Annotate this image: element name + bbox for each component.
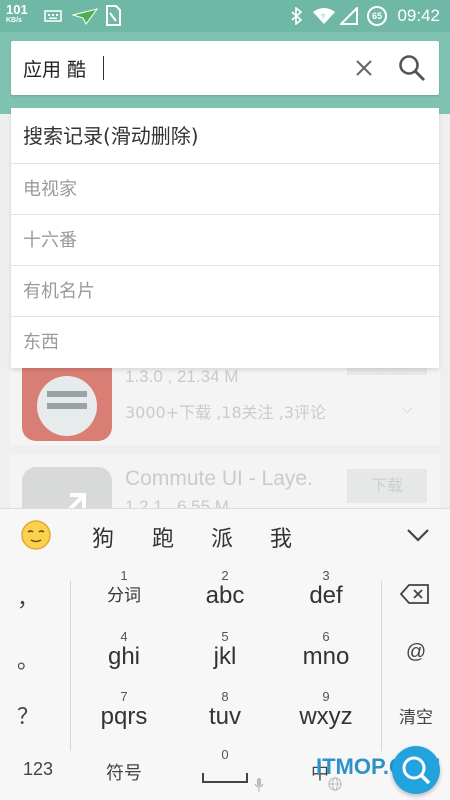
key-label: tuv bbox=[208, 703, 241, 730]
svg-text:?: ? bbox=[321, 14, 325, 21]
key-divider bbox=[381, 581, 382, 751]
key-digit: 6 bbox=[322, 629, 330, 644]
candidate-word[interactable]: 派 bbox=[211, 521, 233, 553]
t9-key-4[interactable]: 4 ghi bbox=[74, 630, 174, 690]
status-bar: 101 KB/s ? 65 09:42 bbox=[0, 0, 450, 32]
key-label: def bbox=[309, 582, 343, 609]
app-version-size: 1.3.0 , 21.34 M bbox=[125, 367, 239, 386]
history-item[interactable]: 有机名片 bbox=[11, 266, 439, 317]
battery-icon: 65 bbox=[367, 6, 387, 26]
number-mode-key[interactable]: 123 bbox=[18, 759, 58, 780]
search-icon[interactable] bbox=[397, 53, 427, 83]
sim-icon bbox=[106, 5, 121, 26]
period-key[interactable]: 。 bbox=[0, 643, 56, 675]
comma-key[interactable]: ， bbox=[0, 581, 56, 613]
clear-key[interactable]: 清空 bbox=[388, 703, 444, 728]
app-title: Commute UI - Laye. bbox=[125, 467, 313, 490]
key-label: 分词 bbox=[107, 586, 141, 606]
key-digit: 0 bbox=[221, 747, 229, 762]
download-button[interactable]: 下载 bbox=[347, 469, 427, 503]
t9-key-7[interactable]: 7 pqrs bbox=[74, 690, 174, 750]
t9-key-5[interactable]: 5 jkl bbox=[175, 630, 275, 690]
bluetooth-icon bbox=[291, 7, 303, 25]
t9-key-1[interactable]: 1 分词 bbox=[74, 569, 174, 629]
key-digit: 3 bbox=[322, 568, 330, 583]
search-history-dropdown: 搜索记录(滑动删除) 电视家 十六番 有机名片 东西 bbox=[11, 108, 439, 368]
paper-plane-icon bbox=[72, 8, 98, 25]
history-item[interactable]: 东西 bbox=[11, 317, 439, 368]
at-key[interactable]: @ bbox=[388, 641, 444, 664]
keyboard-icon bbox=[44, 10, 62, 22]
key-digit: 1 bbox=[120, 568, 128, 583]
history-item[interactable]: 电视家 bbox=[11, 164, 439, 215]
key-digit: 2 bbox=[221, 568, 229, 583]
key-digit: 5 bbox=[221, 629, 229, 644]
candidate-bar: 狗 跑 派 我 bbox=[0, 509, 450, 561]
key-label: pqrs bbox=[100, 703, 148, 730]
search-icon bbox=[402, 756, 431, 785]
search-history-header: 搜索记录(滑动删除) bbox=[11, 108, 439, 164]
search-bar bbox=[11, 41, 439, 95]
floating-action-button[interactable] bbox=[392, 746, 440, 794]
wifi-icon: ? bbox=[313, 8, 335, 24]
space-key[interactable]: 0 bbox=[200, 747, 250, 787]
history-item[interactable]: 十六番 bbox=[11, 215, 439, 266]
t9-key-8[interactable]: 8 tuv bbox=[175, 690, 275, 750]
emoji-icon[interactable] bbox=[20, 519, 52, 551]
microphone-icon[interactable] bbox=[254, 777, 264, 793]
key-label: mno bbox=[302, 643, 350, 670]
symbols-key[interactable]: 符号 bbox=[98, 759, 150, 785]
clock: 09:42 bbox=[397, 6, 440, 25]
key-digit: 9 bbox=[322, 689, 330, 704]
search-input[interactable] bbox=[23, 53, 333, 83]
t9-key-9[interactable]: 9 wxyz bbox=[276, 690, 376, 750]
candidate-word[interactable]: 我 bbox=[270, 521, 292, 553]
key-label: ghi bbox=[107, 643, 141, 670]
t9-key-2[interactable]: 2 abc bbox=[175, 569, 275, 629]
key-divider bbox=[70, 581, 71, 751]
key-label: wxyz bbox=[299, 703, 353, 730]
key-digit: 7 bbox=[120, 689, 128, 704]
key-label: jkl bbox=[213, 643, 237, 670]
key-label: abc bbox=[205, 582, 245, 609]
network-speed-value: 101 bbox=[6, 2, 28, 17]
t9-key-6[interactable]: 6 mno bbox=[276, 630, 376, 690]
candidate-word[interactable]: 狗 bbox=[92, 521, 114, 553]
close-icon[interactable] bbox=[351, 55, 377, 81]
app-card[interactable]: 1.3.0 , 21.34 M 3000+下载 ,18关注 ,3评论 下载 ⌵ bbox=[10, 345, 440, 445]
candidate-word[interactable]: 跑 bbox=[152, 521, 174, 553]
backspace-icon[interactable] bbox=[400, 583, 430, 605]
key-digit: 8 bbox=[221, 689, 229, 704]
space-bar-glyph bbox=[202, 773, 248, 783]
chevron-down-icon[interactable] bbox=[405, 525, 431, 545]
expand-chevron-icon[interactable]: ⌵ bbox=[402, 401, 413, 417]
key-digit: 4 bbox=[120, 629, 128, 644]
signal-icon bbox=[340, 7, 358, 25]
question-key[interactable]: ？ bbox=[0, 699, 56, 731]
network-speed: 101 KB/s bbox=[6, 2, 28, 26]
app-stats: 3000+下载 ,18关注 ,3评论 bbox=[125, 403, 327, 422]
t9-key-3[interactable]: 3 def bbox=[276, 569, 376, 629]
text-caret bbox=[103, 56, 104, 80]
